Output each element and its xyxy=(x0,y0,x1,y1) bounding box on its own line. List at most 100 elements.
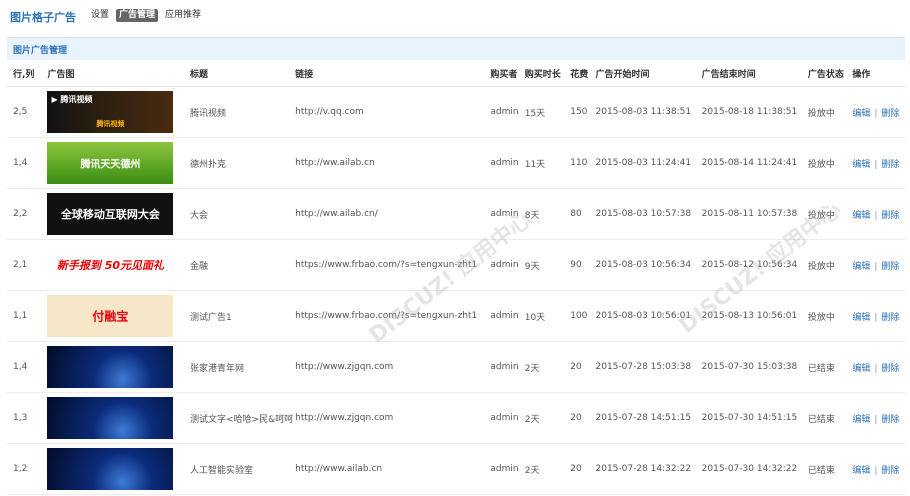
ad-thumbnail[interactable] xyxy=(47,397,174,439)
delete-link[interactable]: 删除 xyxy=(881,313,899,323)
cell-start-time: 2015-07-28 14:32:22 xyxy=(595,443,702,495)
table-row: 1,2 人工智能实验室 http://www.ailab.cn admin 2天 20 20… xyxy=(7,443,905,495)
cell-end-time: 2015-08-12 10:56:34 xyxy=(701,239,808,291)
cell-position: 2,1 xyxy=(7,239,48,291)
cell-link: http://v.qq.com xyxy=(295,86,491,138)
ad-thumbnail[interactable]: 付融宝 xyxy=(47,295,174,337)
cell-title: 张家港青年网 xyxy=(190,341,296,393)
edit-link[interactable]: 编辑 xyxy=(852,466,870,476)
edit-link[interactable]: 编辑 xyxy=(852,313,870,323)
tab-app-recommend[interactable]: 应用推荐 xyxy=(162,9,204,22)
delete-link[interactable]: 删除 xyxy=(881,109,899,119)
cell-duration: 15天 xyxy=(524,86,571,138)
status-badge: 投放中 xyxy=(807,86,853,138)
cell-cost: 110 xyxy=(570,137,596,189)
ads-table: 行,列 广告图 标题 链接 购买者 购买时长 花费 广告开始时间 广告结束时间 … xyxy=(7,60,905,495)
cell-position: 2,5 xyxy=(7,86,48,138)
ad-thumbnail[interactable]: 腾讯天天德州 xyxy=(47,142,174,184)
header-cost: 花费 xyxy=(570,60,596,87)
ad-thumbnail-caption: 付融宝 xyxy=(92,309,129,324)
cell-cost: 100 xyxy=(570,290,596,342)
cell-ad-image xyxy=(47,392,191,444)
status-badge: 已结束 xyxy=(807,392,853,444)
cell-end-time: 2015-08-18 11:38:51 xyxy=(701,86,808,138)
tab-settings[interactable]: 设置 xyxy=(88,9,112,22)
cell-end-time: 2015-07-30 14:32:22 xyxy=(701,443,808,495)
edit-link[interactable]: 编辑 xyxy=(852,109,870,119)
header-title: 标题 xyxy=(190,60,296,87)
cell-title: 测试广告1 xyxy=(190,290,296,342)
tencent-video-logo: ▶ 腾讯视频 xyxy=(51,95,93,104)
cell-end-time: 2015-08-13 10:56:01 xyxy=(701,290,808,342)
delete-link[interactable]: 删除 xyxy=(881,415,899,425)
cell-link: http://ww.ailab.cn/ xyxy=(295,188,491,240)
header-link: 链接 xyxy=(295,60,491,87)
cell-cost: 90 xyxy=(570,239,596,291)
cell-buyer: admin xyxy=(490,137,525,189)
table-row: 2,1 新手报到 50元见面礼 金融 https://www.frbao.com/?s… xyxy=(7,239,905,291)
edit-link[interactable]: 编辑 xyxy=(852,262,870,272)
cell-buyer: admin xyxy=(490,290,525,342)
cell-title: 测试文字<哈哈>民&呵呵 xyxy=(190,392,296,444)
cell-start-time: 2015-08-03 11:24:41 xyxy=(595,137,702,189)
cell-ad-image: ▶ 腾讯视频 腾讯视频 xyxy=(47,86,191,138)
cell-start-time: 2015-08-03 10:56:01 xyxy=(595,290,702,342)
delete-link[interactable]: 删除 xyxy=(881,262,899,272)
ad-thumbnail[interactable]: 全球移动互联网大会 xyxy=(47,193,174,235)
status-badge: 投放中 xyxy=(807,290,853,342)
status-badge: 投放中 xyxy=(807,239,853,291)
cell-link: http://www.zjgqn.com xyxy=(295,392,491,444)
cell-buyer: admin xyxy=(490,239,525,291)
delete-link[interactable]: 删除 xyxy=(881,211,899,221)
cell-position: 1,2 xyxy=(7,443,48,495)
cell-ad-image: 腾讯天天德州 xyxy=(47,137,191,189)
status-badge: 投放中 xyxy=(807,188,853,240)
ad-thumbnail[interactable]: ▶ 腾讯视频 腾讯视频 xyxy=(47,91,174,133)
cell-link: http://ww.ailab.cn xyxy=(295,137,491,189)
cell-duration: 10天 xyxy=(524,290,571,342)
table-row: 1,3 测试文字<哈哈>民&呵呵 http://www.zjgqn.com admin… xyxy=(7,392,905,444)
top-bar: 图片格子广告 设置 广告管理 应用推荐 xyxy=(0,0,910,30)
cell-actions: 编辑 | 删除 xyxy=(852,239,905,291)
cell-position: 1,4 xyxy=(7,341,48,393)
delete-link[interactable]: 删除 xyxy=(881,466,899,476)
cell-buyer: admin xyxy=(490,188,525,240)
cell-cost: 20 xyxy=(570,392,596,444)
delete-link[interactable]: 删除 xyxy=(881,364,899,374)
header-end-time: 广告结束时间 xyxy=(701,60,808,87)
edit-link[interactable]: 编辑 xyxy=(852,415,870,425)
action-separator: | xyxy=(874,210,878,221)
cell-position: 1,1 xyxy=(7,290,48,342)
tab-ad-management[interactable]: 广告管理 xyxy=(116,9,159,22)
header-ad-image: 广告图 xyxy=(47,60,191,87)
cell-position: 1,3 xyxy=(7,392,48,444)
table-row: 1,4 腾讯天天德州 德州扑克 http://ww.ailab.cn admin 11天 1… xyxy=(7,137,905,189)
cell-cost: 20 xyxy=(570,443,596,495)
cell-cost: 150 xyxy=(570,86,596,138)
cell-start-time: 2015-07-28 15:03:38 xyxy=(595,341,702,393)
ad-thumbnail[interactable] xyxy=(47,448,174,490)
nav-tabs: 设置 广告管理 应用推荐 xyxy=(88,9,204,22)
app-title: 图片格子广告 xyxy=(10,11,76,24)
cell-actions: 编辑 | 删除 xyxy=(852,443,905,495)
header-start-time: 广告开始时间 xyxy=(595,60,702,87)
edit-link[interactable]: 编辑 xyxy=(852,211,870,221)
ad-thumbnail[interactable]: 新手报到 50元见面礼 xyxy=(47,244,174,286)
action-separator: | xyxy=(874,312,878,323)
cell-start-time: 2015-08-03 11:38:51 xyxy=(595,86,702,138)
ad-thumbnail[interactable] xyxy=(47,346,174,388)
cell-duration: 11天 xyxy=(524,137,571,189)
status-badge: 已结束 xyxy=(807,341,853,393)
delete-link[interactable]: 删除 xyxy=(881,160,899,170)
action-separator: | xyxy=(874,159,878,170)
ad-thumbnail-caption: 新手报到 50元见面礼 xyxy=(56,259,164,272)
cell-end-time: 2015-08-11 10:57:38 xyxy=(701,188,808,240)
table-row: 1,4 张家港青年网 http://www.zjgqn.com admin 2天 20 20… xyxy=(7,341,905,393)
edit-link[interactable]: 编辑 xyxy=(852,364,870,374)
cell-title: 大会 xyxy=(190,188,296,240)
section-title: 图片广告管理 xyxy=(13,46,68,56)
status-badge: 已结束 xyxy=(807,443,853,495)
edit-link[interactable]: 编辑 xyxy=(852,160,870,170)
header-actions: 操作 xyxy=(852,60,905,87)
cell-start-time: 2015-07-28 14:51:15 xyxy=(595,392,702,444)
